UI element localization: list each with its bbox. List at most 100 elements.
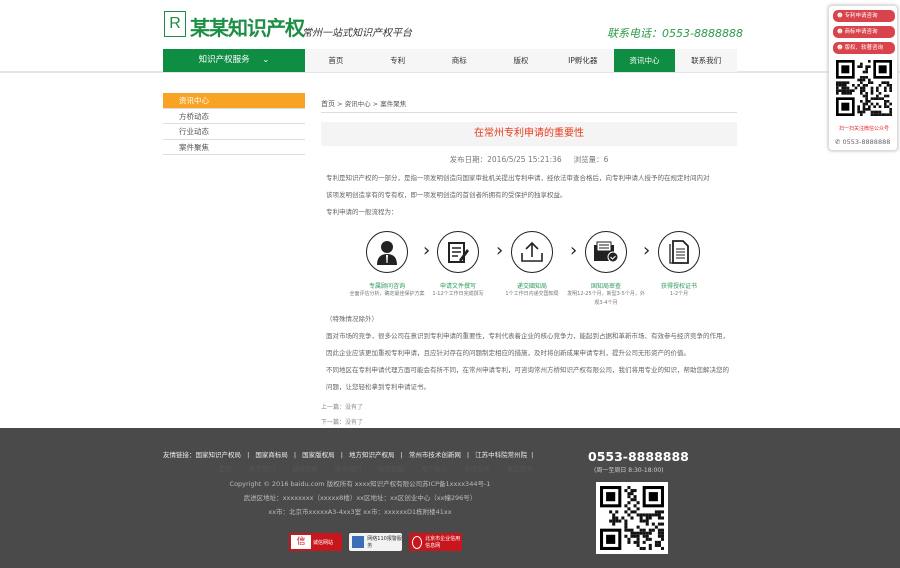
phone-icon: ✆	[835, 138, 843, 146]
step-certificate: 获得授权证书 1-2个月	[639, 231, 719, 299]
breadcrumb-sep: >	[335, 100, 345, 108]
review-icon	[585, 231, 627, 273]
step-label: 国知局审查	[590, 283, 621, 290]
article-note: （特殊情况除外）	[326, 315, 378, 323]
nav-copyright[interactable]: 版权	[490, 49, 552, 72]
button-label: 版权、软著咨询	[844, 45, 883, 51]
wechat-qr-code	[834, 58, 894, 118]
breadcrumb-home[interactable]: 首页	[321, 100, 335, 108]
view-count: 浏览量：6	[573, 155, 609, 164]
step-desc: 发明12-25个月，新型3-5个月，外观3-4个月	[567, 291, 645, 306]
sidebar-item-industry-news[interactable]: 行业动态	[163, 124, 305, 140]
step-desc: 1个工作日内递交国知局	[505, 291, 559, 297]
main-nav: 首页 专利 商标 版权 IP孵化器 资讯中心 联系我们	[305, 49, 737, 72]
footer-nav-link[interactable]: 最新优惠	[292, 463, 318, 473]
copyright-consult-button[interactable]: ☻ 版权、软著咨询	[833, 42, 895, 54]
publish-date: 发布日期：2016/5/25 15:21:36	[449, 155, 562, 164]
footer-nav-link[interactable]: 首页	[219, 463, 232, 473]
article-intro: 专利是知识产权的一部分，是指一项发明创造向国家审批机关提出专利申请，经依法审查合…	[326, 170, 738, 221]
friend-link[interactable]: 江苏中科院常州院	[475, 451, 527, 459]
consultant-icon	[366, 231, 408, 273]
paragraph: 问题，让您轻松拿到专利申请证书。	[326, 383, 430, 391]
sidebar-item-case-focus[interactable]: 案件聚焦	[163, 140, 305, 155]
footer-nav-link[interactable]: 售后服务	[507, 463, 533, 473]
friend-links: 友情链接：国家知识产权局 | 国家商标局 | 国家版权局 | 地方知识产权局 |…	[163, 451, 534, 459]
chevron-down-icon: ⌄	[262, 55, 270, 65]
trademark-consult-button[interactable]: ☻ 商标申请咨询	[833, 26, 895, 38]
footer-nav-link[interactable]: 支付方式	[464, 463, 490, 473]
sidebar-item-company-news[interactable]: 方桥动态	[163, 109, 305, 124]
step-desc: 全面评估分析，确定最佳保护方案	[349, 291, 425, 297]
step-label: 专属顾问咨询	[368, 283, 405, 290]
step-desc: 1-2个月	[669, 291, 689, 297]
logo-icon[interactable]: R	[164, 11, 186, 37]
address-1: 武进区地址：xxxxxxxx（xxxxx8楼）xx区地址：xx区创业中心（xx幢…	[243, 494, 477, 502]
nav-news-center[interactable]: 资讯中心	[613, 49, 676, 72]
breadcrumb: 首页 > 资讯中心 > 案件聚焦	[321, 98, 737, 113]
prev-article-link[interactable]: 上一篇：没有了	[321, 402, 363, 411]
upload-icon	[511, 231, 553, 273]
badge-label: 网络110报警服务	[367, 536, 402, 549]
logo-text[interactable]: 某某知识产权	[190, 12, 305, 41]
footer-qr-code	[596, 482, 668, 554]
step-label: 申请文件撰写	[439, 283, 476, 290]
sidebar: 资讯中心 方桥动态 行业动态 案件聚焦	[163, 93, 305, 155]
footer-nav-link[interactable]: 用户协议	[421, 463, 447, 473]
nav-ip-incubator[interactable]: IP孵化器	[552, 49, 614, 72]
step-submit: 递交國知局 1个工作日内递交国知局	[492, 231, 572, 299]
friend-link[interactable]: 常州市技术创新网	[409, 451, 461, 459]
trusted-site-icon: 信	[291, 535, 311, 549]
button-label: 专利申请咨询	[844, 13, 878, 19]
step-label: 递交國知局	[516, 283, 547, 290]
footer-nav: 首页 关于我们 最新优惠 联系我们 合作加盟 用户协议 支付方式 售后服务	[219, 463, 533, 473]
nav-contact[interactable]: 联系我们	[675, 49, 737, 72]
friend-link[interactable]: 地方知识产权局	[349, 451, 395, 459]
floating-contact-panel: ☻ 专利申请咨询 ☻ 商标申请咨询 ☻ 版权、软著咨询 扫一扫关注微信公众号 ✆…	[828, 5, 898, 151]
badge-credit-info[interactable]: 北京市企业信用信息网	[409, 533, 462, 551]
credit-seal-icon	[412, 535, 423, 549]
paragraph: 不同地区在专利申请代理方面可能会有所不同，在常州申请专利，可咨询常州方桥知识产权…	[326, 366, 729, 374]
ip-services-label: 知识产权服务	[198, 55, 250, 65]
step-label: 获得授权证书	[660, 283, 697, 290]
paragraph: 该项发明创造享有的专有权，即一项发明创造的首创者所拥有的受保护的独享权益。	[326, 191, 567, 199]
breadcrumb-current: 案件聚焦	[380, 100, 407, 108]
breadcrumb-news[interactable]: 资讯中心	[345, 100, 371, 108]
paragraph: 面对市场的竞争，很多公司在意识到专利申请的重要性，专利代表着企业的核心竞争力，能…	[326, 332, 729, 340]
step-draft: 申请文件撰写 1-12个工作日完成撰写	[418, 231, 498, 299]
step-desc: 1-12个工作日完成撰写	[432, 291, 484, 297]
friend-link[interactable]: 国家商标局	[255, 451, 288, 459]
article-body: 面对市场的竞争，很多公司在意识到专利申请的重要性，专利代表着企业的核心竞争力，能…	[326, 328, 738, 396]
badge-trusted-site[interactable]: 信诚信网站	[289, 533, 342, 551]
nav-trademark[interactable]: 商标	[428, 49, 490, 72]
slogan: 常州一站式知识产权平台	[302, 28, 412, 39]
article-title: 在常州专利申请的重要性	[321, 122, 737, 146]
police-icon	[352, 536, 365, 548]
step-consult: 专属顾问咨询 全面评估分析，确定最佳保护方案	[347, 231, 427, 299]
header-hotline: 联系电话：0553-8888888	[607, 27, 743, 40]
next-article-link[interactable]: 下一篇：没有了	[321, 417, 363, 426]
article-meta: 发布日期：2016/5/25 15:21:36 浏览量：6	[321, 154, 737, 165]
paragraph: 因此企业应该更加重视专利申请，且应针对存在的问题制定相应的措施，及时将创新成果申…	[326, 349, 690, 357]
float-phone: ✆ 0553-8888888	[835, 138, 890, 146]
badge-label: 诚信网站	[313, 539, 334, 546]
document-edit-icon	[437, 231, 479, 273]
friend-link[interactable]: 国家知识产权局	[196, 451, 242, 459]
footer-nav-link[interactable]: 关于我们	[249, 463, 275, 473]
address-2: xx市：北京市xxxxxA3-4xx3室 xx市：xxxxxxD1栋附楼41xx	[268, 508, 452, 516]
patent-consult-button[interactable]: ☻ 专利申请咨询	[833, 10, 895, 22]
badge-label: 北京市企业信用信息网	[425, 536, 461, 549]
float-phone-number: 0553-8888888	[842, 138, 891, 146]
paragraph: 专利是知识产权的一部分，是指一项发明创造向国家审批机关提出专利申请，经依法审查合…	[326, 174, 710, 182]
sidebar-item-news-center[interactable]: 资讯中心	[163, 93, 305, 109]
nav-patent[interactable]: 专利	[367, 49, 429, 72]
friend-link[interactable]: 国家版权局	[302, 451, 335, 459]
footer-nav-link[interactable]: 合作加盟	[378, 463, 404, 473]
badge-police-110[interactable]: 网络110报警服务	[349, 533, 402, 551]
ip-services-dropdown[interactable]: 知识产权服务 ⌄	[163, 49, 305, 72]
nav-home[interactable]: 首页	[305, 49, 367, 72]
footer-phone: 0553-8888888	[588, 449, 689, 464]
certificate-icon	[658, 231, 700, 273]
copyright: Copyright © 2016 baidu.com 版权所有 xxxx知识产权…	[229, 480, 491, 488]
breadcrumb-sep: >	[370, 100, 381, 108]
footer-nav-link[interactable]: 联系我们	[335, 463, 361, 473]
